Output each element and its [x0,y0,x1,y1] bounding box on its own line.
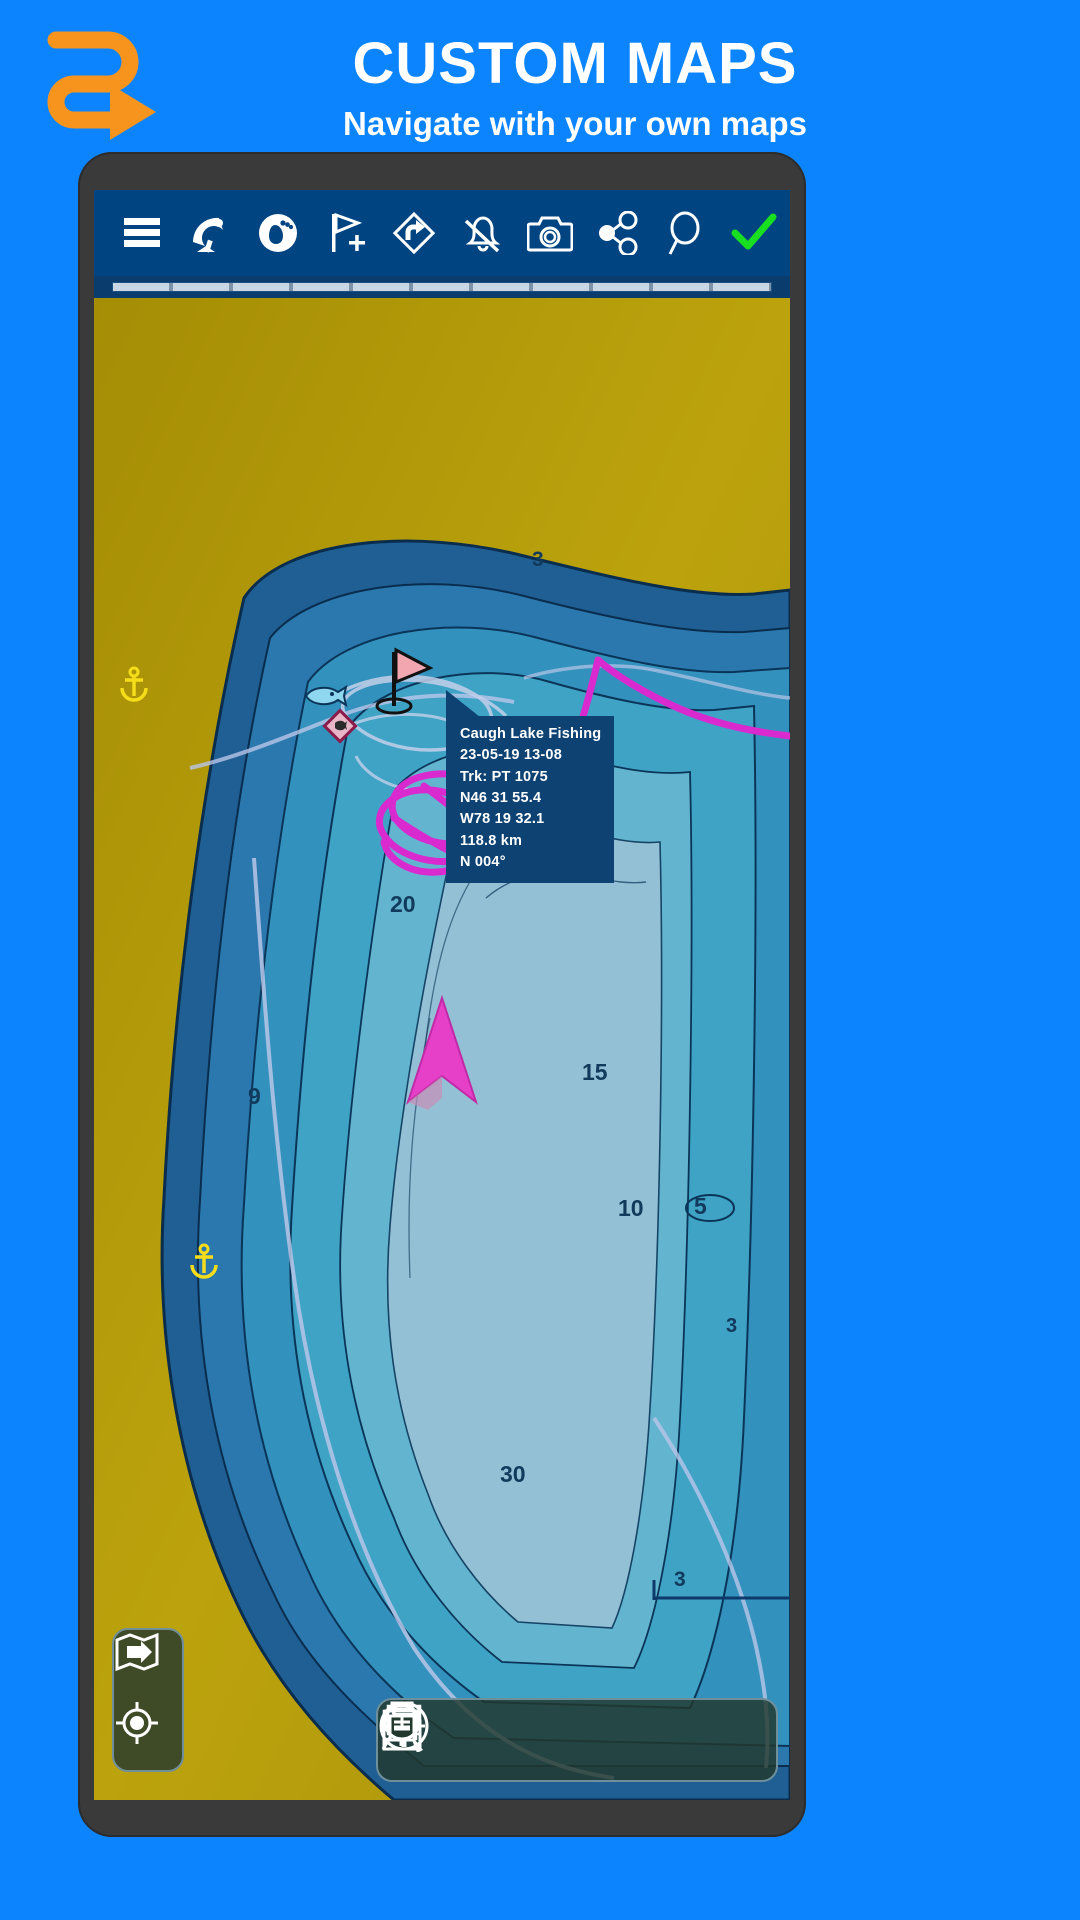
svg-text:3: 3 [726,1315,737,1337]
chart-add-icon[interactable] [382,1701,577,1773]
popup-line-track: Trk: PT 1075 [460,768,548,785]
map-go-icon[interactable] [114,1632,182,1702]
map-bottom-toolbar [376,1698,778,1782]
svg-text:20: 20 [390,891,416,917]
svg-text:10: 10 [618,1195,644,1221]
chart-remove-icon[interactable] [382,1704,643,1773]
footprint-icon[interactable] [244,201,312,265]
popup-line-lat: N46 31 55.4 [460,789,542,806]
page-title: CUSTOM MAPS [352,31,798,96]
popup-line-date: 23-05-19 13-08 [460,747,562,764]
page-subtitle: Navigate with your own maps [343,105,807,142]
orange-route-arrow-logo [38,22,173,142]
scale-strip [94,276,790,298]
popup-line-name: Caugh Lake Fishing [460,726,602,742]
svg-text:9: 9 [248,1083,261,1109]
popup-tail [446,690,480,717]
hamburger-menu-icon[interactable] [108,201,176,265]
popup-line-bear: N 004° [460,853,506,870]
top-toolbar [94,190,790,276]
magnifier-pointer-icon[interactable] [382,1702,510,1773]
satellite-dish-icon[interactable] [176,201,244,265]
app-screenshot: CUSTOM MAPS Navigate with your own maps [0,0,1080,1920]
search-icon[interactable] [652,201,720,265]
map-canvas[interactable]: 3 20 9 15 10 5 3 30 3 Caugh Lake Fishing… [94,298,790,1800]
share-icon[interactable] [584,201,652,265]
phone-frame: 3 20 9 15 10 5 3 30 3 Caugh Lake Fishing… [78,152,806,1837]
phone-screen: 3 20 9 15 10 5 3 30 3 Caugh Lake Fishing… [94,190,790,1800]
promo-header: CUSTOM MAPS Navigate with your own maps [0,0,1080,165]
gps-lock-icon[interactable] [114,1700,182,1770]
svg-text:3: 3 [532,548,544,571]
svg-text:30: 30 [500,1461,526,1487]
svg-text:3: 3 [674,1568,686,1591]
fish-icon [304,684,348,708]
check-icon[interactable] [720,201,788,265]
flag-plus-icon[interactable] [312,201,380,265]
popup-line-lon: W78 19 32.1 [460,811,545,828]
waypoint-info-popup[interactable]: Caugh Lake Fishing 23-05-19 13-08 Trk: P… [446,690,614,884]
camera-icon[interactable] [516,201,584,265]
navigate-turn-icon[interactable] [380,201,448,265]
svg-text:15: 15 [582,1059,608,1085]
map-nav-controls [112,1628,184,1772]
zoom-out-magnifier-icon[interactable] [381,1703,776,1773]
zoom-in-magnifier-icon[interactable] [381,1703,709,1773]
popup-line-dist: 118.8 km [460,832,523,849]
scale-strip-bar [112,282,772,292]
bell-off-icon[interactable] [448,201,516,265]
